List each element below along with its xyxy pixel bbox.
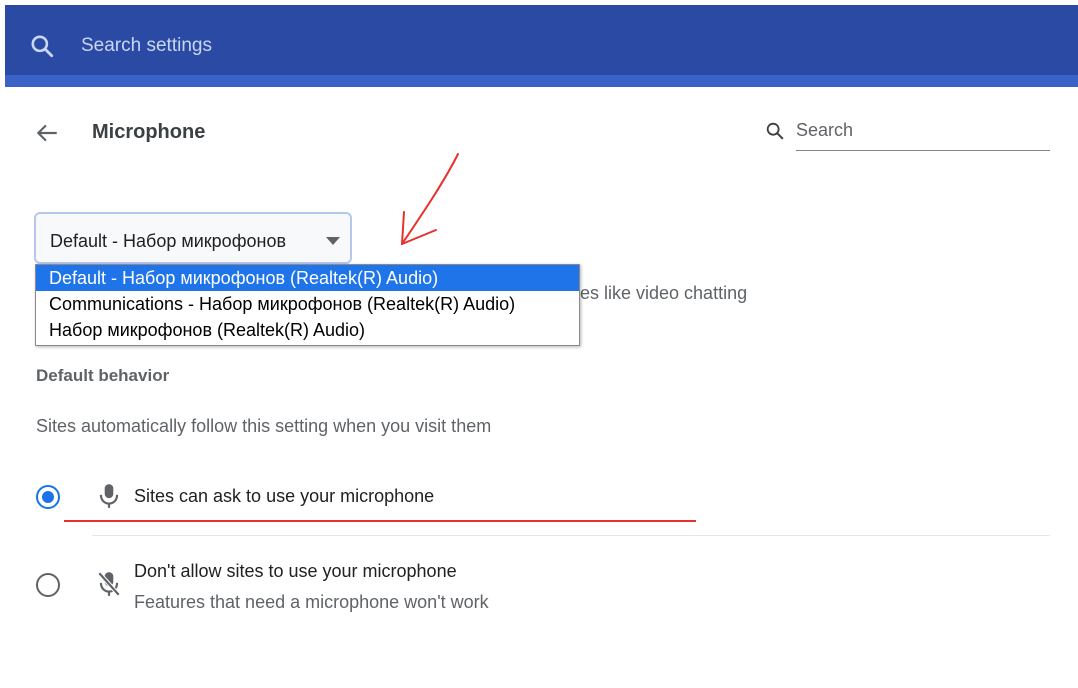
settings-search-input[interactable]: Search settings <box>81 35 212 57</box>
option-block-sublabel: Features that need a microphone won't wo… <box>134 592 489 612</box>
radio-allow-ask[interactable] <box>36 485 60 509</box>
annotation-underline <box>64 520 696 522</box>
annotation-arrow-icon <box>401 153 459 245</box>
microphone-select-value: Default - Набор микрофонов <box>50 231 287 251</box>
microphone-device-select[interactable]: Default - Набор микрофонов <box>34 212 352 264</box>
partially-hidden-description: res like video chatting <box>574 283 748 303</box>
microphone-off-icon <box>97 571 121 597</box>
default-behavior-heading: Default behavior <box>36 366 170 385</box>
search-icon <box>766 122 784 140</box>
site-search-input[interactable]: Search <box>796 120 853 141</box>
dropdown-option-realtek[interactable]: Набор микрофонов (Realtek(R) Audio) <box>36 317 579 343</box>
chevron-down-icon <box>326 237 340 245</box>
radio-block[interactable] <box>36 573 60 597</box>
dropdown-option-default[interactable]: Default - Набор микрофонов (Realtek(R) A… <box>36 265 579 291</box>
row-divider <box>92 535 1050 536</box>
top-bar-strip <box>5 75 1078 87</box>
microphone-icon <box>99 484 119 508</box>
microphone-dropdown-list: Default - Набор микрофонов (Realtek(R) A… <box>35 264 580 346</box>
arrow-left-icon[interactable] <box>34 120 60 146</box>
dropdown-option-communications[interactable]: Communications - Набор микрофонов (Realt… <box>36 291 579 317</box>
option-block-label: Don't allow sites to use your microphone <box>134 561 457 581</box>
default-behavior-description: Sites automatically follow this setting … <box>36 416 492 436</box>
site-search-underline <box>796 150 1050 151</box>
option-allow-ask-label: Sites can ask to use your microphone <box>134 486 435 506</box>
top-search-bar: Search settings <box>5 5 1078 87</box>
search-icon[interactable] <box>29 33 55 59</box>
page-title: Microphone <box>92 121 206 143</box>
